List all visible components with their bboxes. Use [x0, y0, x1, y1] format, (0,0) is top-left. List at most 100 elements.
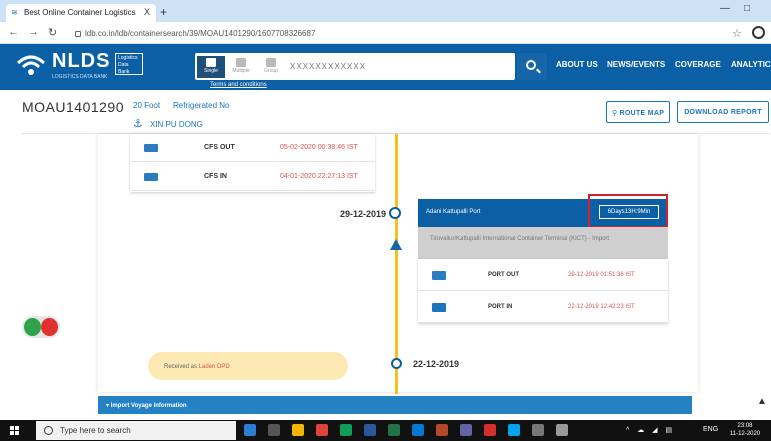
cfs-date: 05-02-2020 00:38:46 IST	[280, 144, 358, 151]
file-explorer-icon[interactable]	[292, 424, 304, 436]
cortana-icon	[44, 426, 53, 435]
timeline-node	[391, 358, 402, 369]
container-size: 20 Foot	[133, 101, 161, 110]
address-bar: ← → ↻ ldb.co.in/ldb/containersearch/39/M…	[0, 22, 771, 44]
terms-link[interactable]: Terms and conditions	[210, 82, 267, 88]
teams-icon[interactable]	[460, 424, 472, 436]
ship-icon	[432, 303, 446, 312]
new-tab-button[interactable]: +	[160, 5, 167, 19]
timeline-line	[395, 134, 398, 394]
port-label: PORT IN	[488, 304, 513, 310]
port-date: 29-12-2019 01:51:36 IST	[568, 272, 635, 278]
tab-title: Best Online Container Logistics	[24, 8, 136, 17]
scroll-top-icon[interactable]: ▲	[757, 396, 767, 407]
mode-single-button[interactable]: Single	[197, 56, 225, 78]
browser-tabbar: ≋ Best Online Container Logistics X + — …	[0, 0, 771, 22]
containers-icon	[236, 58, 246, 67]
wifi-logo-icon	[16, 55, 46, 75]
vessel-name: XIN PU DONG	[150, 120, 203, 129]
cfs-row: CFS OUT 05-02-2020 00:38:46 IST	[130, 134, 375, 162]
container-id: MOAU1401290	[22, 99, 125, 115]
language-indicator[interactable]: ENG	[703, 426, 718, 433]
origin-date: 22-12-2019	[413, 359, 460, 369]
settings-icon[interactable]	[532, 424, 544, 436]
truck-icon	[144, 173, 158, 181]
route-map-button[interactable]: ⚲ ROUTE MAP	[606, 101, 670, 123]
port-label: PORT OUT	[488, 272, 519, 278]
brand-box: Logistics Data Bank	[115, 53, 143, 75]
arrow-up-icon	[390, 239, 402, 250]
mode-label: Group	[264, 68, 278, 74]
clock[interactable]: 23:08 11-12-2020	[728, 422, 762, 438]
chrome-icon[interactable]	[316, 424, 328, 436]
menu-about-us[interactable]: ABOUT US	[556, 60, 598, 69]
truck-icon	[144, 144, 158, 152]
cfs-label: CFS IN	[204, 173, 227, 180]
dwell-duration-badge: 6Days13H:9Min	[599, 205, 659, 219]
url-field[interactable]: ldb.co.in/ldb/containersearch/39/MOAU140…	[75, 26, 705, 41]
route-map-label: ROUTE MAP	[619, 110, 665, 117]
taskbar-search[interactable]: Type here to search	[36, 421, 236, 440]
received-text: Received as	[164, 364, 199, 370]
thumbs-up-icon[interactable]	[24, 318, 41, 336]
taskbar: Type here to search ^ ☁ ◢ ▤ ENG 23:08 11-…	[0, 420, 771, 441]
container-icon	[206, 58, 216, 67]
pdf-icon[interactable]	[484, 424, 496, 436]
star-icon[interactable]: ☆	[732, 27, 742, 40]
app-icon[interactable]	[340, 424, 352, 436]
powerpoint-icon[interactable]	[436, 424, 448, 436]
system-tray[interactable]: ^ ☁ ◢ ▤	[626, 426, 675, 434]
task-view-icon[interactable]	[268, 424, 280, 436]
container-search-input[interactable]	[290, 59, 510, 74]
store-icon[interactable]	[508, 424, 520, 436]
mode-multiple-button[interactable]: Multiple	[227, 56, 255, 78]
windows-start-icon[interactable]	[10, 426, 20, 436]
tab-close-button[interactable]: X	[144, 7, 150, 17]
reload-icon[interactable]: ↻	[48, 26, 57, 39]
word-icon[interactable]	[364, 424, 376, 436]
thumbs-down-icon[interactable]	[41, 318, 58, 336]
search-panel: Single Multiple Group	[195, 53, 515, 80]
mic-icon[interactable]	[244, 424, 256, 436]
port-card: PORT OUT 29-12-2019 01:51:36 IST PORT IN…	[418, 259, 668, 323]
port-date: 22-12-2019 12:42:23 IST	[568, 304, 635, 310]
cfs-date: 04-01-2020 22:27:13 IST	[280, 173, 358, 180]
outlook-icon[interactable]	[412, 424, 424, 436]
refrigerated-status: Refrigerated No	[173, 101, 230, 110]
excel-icon[interactable]	[388, 424, 400, 436]
back-arrow-icon[interactable]: ←	[8, 26, 19, 38]
timeline-node	[389, 207, 401, 219]
clock-date: 11-12-2020	[729, 431, 761, 437]
received-status: Laden DPD	[198, 364, 230, 370]
cfs-label: CFS OUT	[204, 144, 235, 151]
lock-icon	[75, 30, 81, 37]
minimize-button[interactable]: —	[720, 3, 730, 14]
cfs-row: CFS IN 04-01-2020 22:27:13 IST	[130, 163, 375, 191]
forward-arrow-icon[interactable]: →	[28, 26, 39, 38]
menu-news-events[interactable]: NEWS/EVENTS	[607, 60, 665, 69]
mode-label: Single	[204, 68, 218, 74]
group-icon	[266, 58, 276, 67]
received-bubble: Received as Laden DPD	[148, 352, 348, 380]
import-voyage-toggle[interactable]: ▾ Import Voyage Information	[98, 396, 692, 414]
truck-icon	[432, 271, 446, 280]
download-report-button[interactable]: DOWNLOAD REPORT	[677, 101, 769, 123]
ship-icon: ⚓	[133, 118, 143, 130]
port-row: PORT OUT 29-12-2019 01:51:36 IST	[418, 259, 668, 291]
clock-time: 23:08	[737, 423, 753, 429]
menu-coverage[interactable]: COVERAGE	[675, 60, 721, 69]
search-button[interactable]	[517, 53, 547, 80]
browser-tab[interactable]: ≋ Best Online Container Logistics X	[6, 4, 156, 22]
account-icon[interactable]	[752, 26, 765, 39]
maximize-button[interactable]: □	[744, 3, 750, 14]
search-icon	[526, 60, 536, 70]
app-icon[interactable]	[556, 424, 568, 436]
mode-group-button[interactable]: Group	[257, 56, 285, 78]
screen: ≋ Best Online Container Logistics X + — …	[0, 0, 771, 441]
port-name: Adani Kattupalli Port	[426, 209, 481, 215]
menu-analytics[interactable]: ANALYTICS	[731, 60, 771, 69]
wifi-favicon-icon: ≋	[11, 8, 18, 17]
brand-name: NLDS	[52, 50, 111, 72]
taskbar-search-text: Type here to search	[60, 426, 131, 435]
url-text: ldb.co.in/ldb/containersearch/39/MOAU140…	[85, 29, 316, 38]
